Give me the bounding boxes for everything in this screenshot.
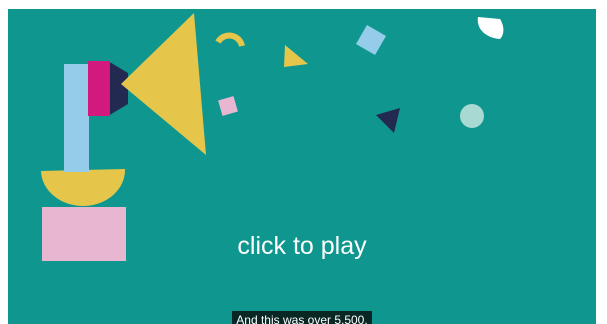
yellow-small-triangle-shape bbox=[284, 45, 308, 67]
blue-pillar-shape bbox=[64, 64, 89, 172]
click-to-play-label[interactable]: click to play bbox=[8, 231, 596, 261]
caption-bar: And this was over 5,500. bbox=[8, 311, 596, 324]
video-player[interactable]: click to play And this was over 5,500. bbox=[0, 0, 607, 324]
white-crescent-shape bbox=[477, 17, 504, 39]
video-frame[interactable]: click to play And this was over 5,500. bbox=[8, 9, 596, 324]
caption-text: And this was over 5,500. bbox=[232, 311, 372, 324]
magenta-block-shape bbox=[88, 61, 110, 116]
navy-connector-shape bbox=[108, 61, 128, 116]
illustration bbox=[41, 13, 504, 261]
yellow-arc-shape bbox=[215, 32, 245, 47]
pink-square-shape bbox=[218, 96, 238, 116]
yellow-bowl-shape bbox=[41, 169, 126, 206]
blue-diamond-shape bbox=[355, 24, 387, 56]
mint-circle-shape bbox=[460, 104, 484, 128]
navy-triangle-shape bbox=[376, 108, 400, 133]
yellow-megaphone-triangle-shape bbox=[121, 13, 206, 155]
